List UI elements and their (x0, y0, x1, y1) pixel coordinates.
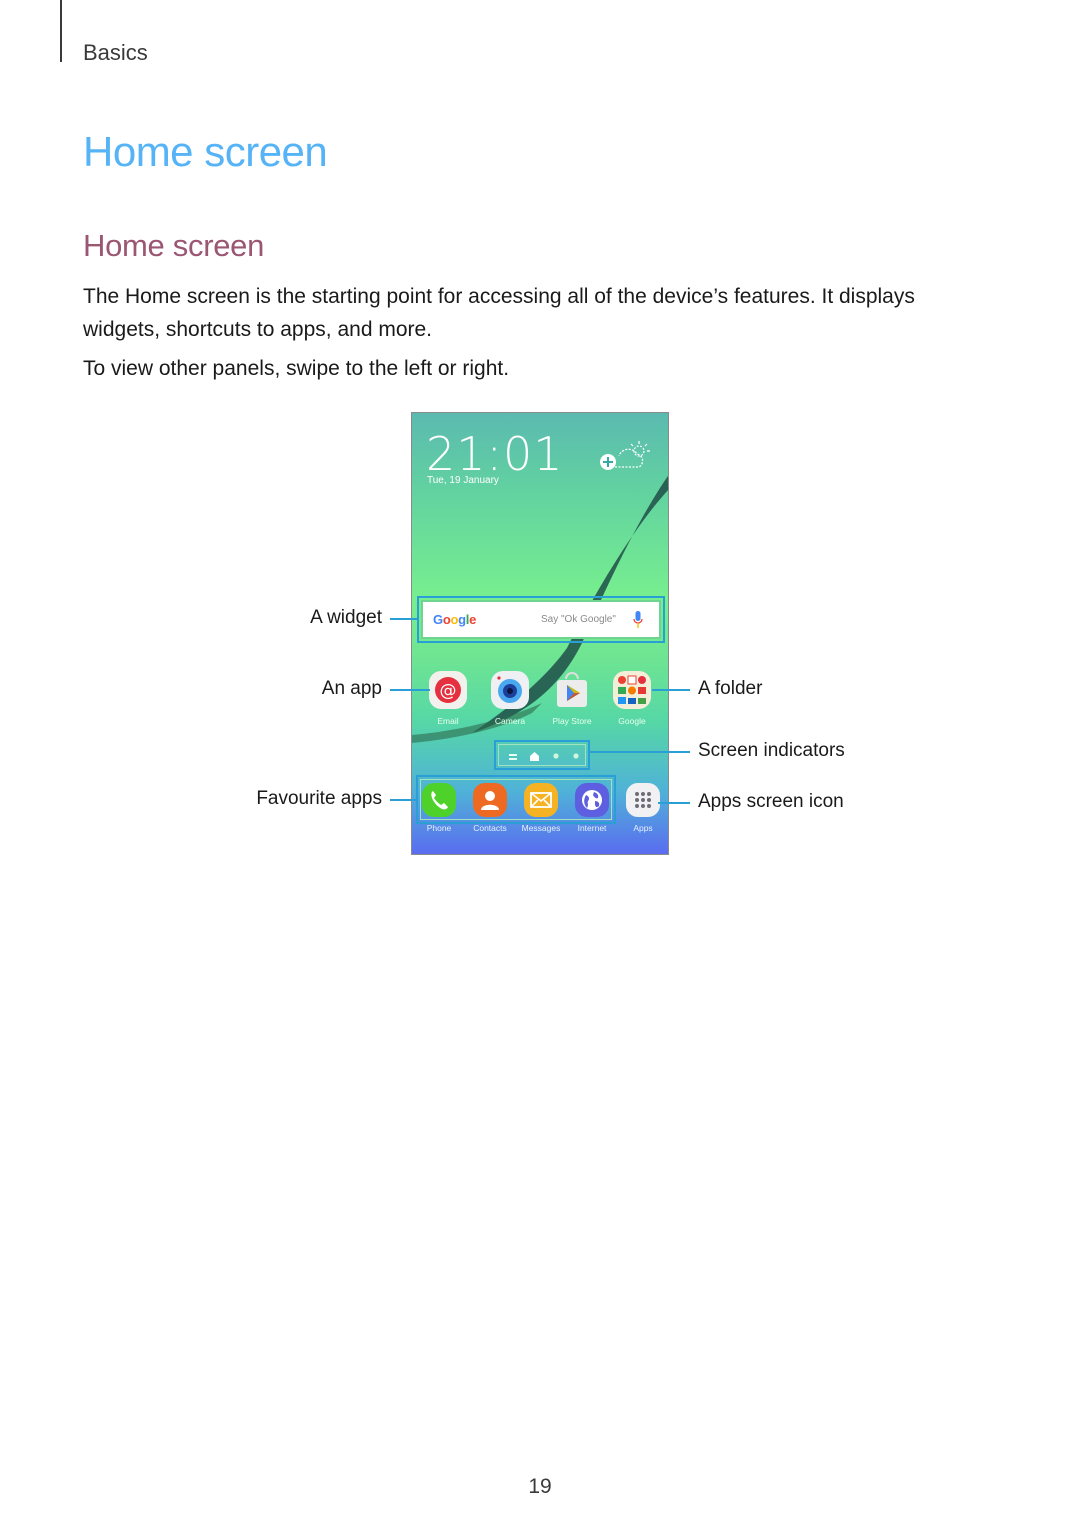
margin-rule (60, 0, 62, 62)
callout-line-widget (390, 618, 418, 620)
section-heading: Home screen (83, 228, 265, 263)
swipe-paragraph: To view other panels, swipe to the left … (83, 357, 510, 380)
screen-indicators[interactable] (498, 744, 586, 766)
dot-icon[interactable] (573, 753, 579, 759)
callout-folder: A folder (698, 678, 763, 699)
page-number: 19 (528, 1475, 552, 1498)
apps-screen-button[interactable]: Apps (613, 783, 668, 833)
callout-widget: A widget (310, 607, 382, 628)
menu-icon[interactable] (509, 754, 517, 761)
weather-add-icon[interactable] (597, 439, 652, 475)
app-camera[interactable]: Camera (480, 671, 540, 726)
callout-line-app (390, 689, 430, 691)
callout-app: An app (321, 678, 382, 699)
callout-screen-indicators: Screen indicators (698, 740, 845, 761)
google-search-widget[interactable]: Google Say "Ok Google" (421, 600, 661, 639)
apps-grid-icon (626, 783, 660, 817)
camera-icon (491, 671, 529, 709)
google-logo: Google (433, 612, 477, 627)
callout-favourite-apps: Favourite apps (256, 788, 382, 809)
messages-icon (524, 783, 558, 817)
voice-search-hint: Say "Ok Google" (541, 614, 616, 625)
widget-highlight: Google Say "Ok Google" (417, 596, 665, 643)
contacts-icon (473, 783, 507, 817)
callout-line-folder (652, 689, 690, 691)
home-screen-illustration: 21:01 Tue, 19 January Google Say "Ok Goo… (411, 412, 669, 855)
page-title: Home screen (83, 128, 328, 175)
callout-apps-screen-icon: Apps screen icon (698, 791, 844, 812)
clock: 21:01 (426, 427, 564, 481)
app-email[interactable]: @ Email (418, 671, 478, 726)
email-icon: @ (429, 671, 467, 709)
dot-icon[interactable] (553, 753, 559, 759)
app-row: @ Email Camera Play Store Google (412, 671, 668, 731)
favourite-apps-dock: Phone Contacts Messages Internet Apps (412, 783, 668, 843)
section-label: Basics (83, 40, 148, 65)
date: Tue, 19 January (427, 475, 499, 486)
play-store-icon (553, 671, 591, 709)
app-play-store[interactable]: Play Store (542, 671, 602, 726)
callout-line-apps-screen-icon (658, 802, 690, 804)
app-google-folder[interactable]: Google (602, 671, 662, 726)
screen-indicators-highlight (494, 740, 590, 770)
internet-icon (575, 783, 609, 817)
mic-icon[interactable] (633, 611, 643, 629)
intro-paragraph: The Home screen is the starting point fo… (83, 285, 915, 341)
svg-text:@: @ (440, 681, 457, 701)
home-icon[interactable] (530, 752, 539, 761)
phone-icon (422, 783, 456, 817)
folder-icon (613, 671, 651, 709)
callout-line-favourite-apps (390, 799, 417, 801)
callout-line-screen-indicators (589, 751, 690, 753)
